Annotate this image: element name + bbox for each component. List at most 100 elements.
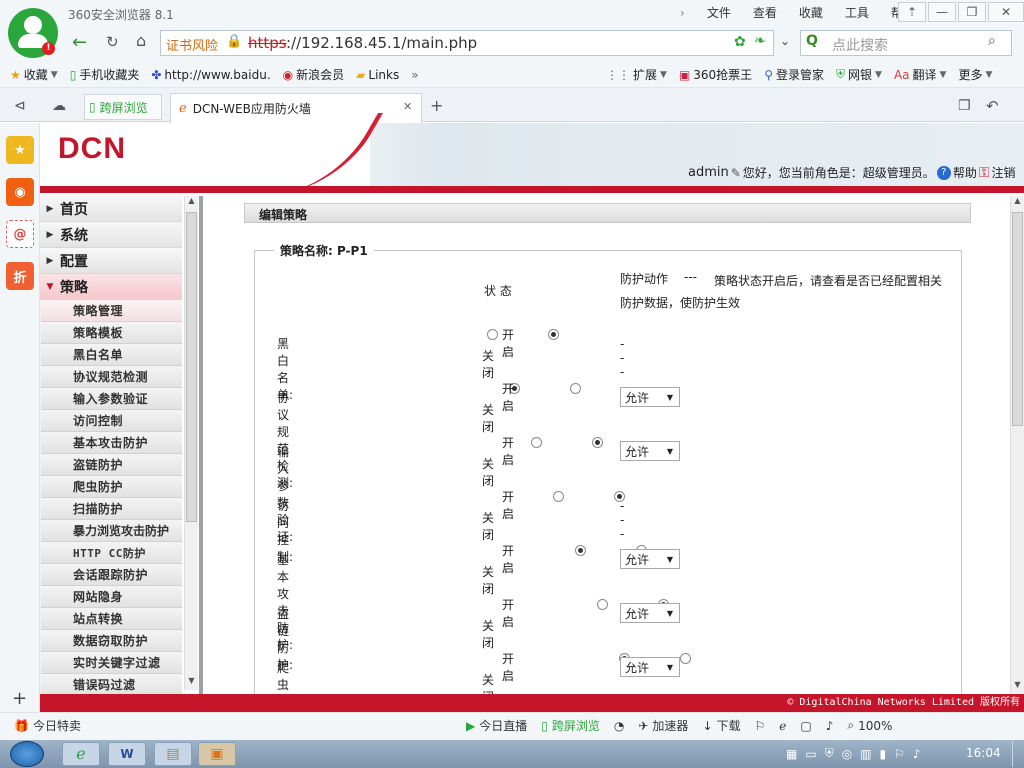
- bookmark-links[interactable]: ▰ Links: [356, 68, 399, 82]
- submenu-blackwhite[interactable]: 黑白名单: [41, 344, 182, 366]
- status-flag-icon[interactable]: ⚐: [755, 719, 766, 733]
- status-zoom[interactable]: ⌕ 100%: [847, 718, 892, 733]
- radio-enable[interactable]: [531, 437, 542, 448]
- taskbar-browser-icon[interactable]: ℯ: [62, 742, 100, 766]
- submenu-site-convert[interactable]: 站点转换: [41, 608, 182, 630]
- taskbar-word-icon[interactable]: W: [108, 742, 146, 766]
- tool-tickets[interactable]: ▣ 360抢票王: [679, 66, 752, 83]
- radio-disable[interactable]: [680, 653, 691, 664]
- add-sidebar-icon[interactable]: +: [12, 688, 27, 709]
- tool-more[interactable]: 更多 ▼: [958, 66, 992, 83]
- leaf-icon[interactable]: ❧: [754, 33, 766, 49]
- close-window-button[interactable]: ✕: [988, 2, 1024, 22]
- menu-home[interactable]: ▶ 首页: [40, 196, 182, 222]
- status-download[interactable]: ↓ 下载: [702, 717, 740, 734]
- submenu-hotlink[interactable]: 盗链防护: [41, 454, 182, 476]
- content-scrollbar[interactable]: ▲ ▼: [1010, 196, 1024, 694]
- favorites-star-icon[interactable]: ★: [6, 136, 34, 164]
- minimize-button[interactable]: —: [928, 2, 956, 22]
- menu-favorites[interactable]: 收藏: [799, 4, 823, 21]
- submenu-policy-manage[interactable]: 策略管理: [41, 300, 182, 322]
- status-live[interactable]: ▶ 今日直播: [466, 717, 527, 734]
- tool-login[interactable]: ⚲ 登录管家: [764, 66, 824, 83]
- lock-warning-icon[interactable]: 🔒: [226, 34, 242, 50]
- radio-disable[interactable]: [548, 329, 559, 340]
- submenu-basic-attack[interactable]: 基本攻击防护: [41, 432, 182, 454]
- radio-disable[interactable]: [592, 437, 603, 448]
- submenu-data-theft[interactable]: 数据窃取防护: [41, 630, 182, 652]
- tray-network-icon[interactable]: ▮: [880, 747, 887, 761]
- status-ie-icon[interactable]: ℯ: [779, 719, 786, 733]
- menu-config[interactable]: ▶ 配置: [40, 248, 182, 274]
- refresh-icon[interactable]: ↻: [106, 33, 119, 51]
- start-button[interactable]: [10, 741, 44, 767]
- bookmark-favorites[interactable]: ★ 收藏 ▼: [10, 66, 58, 83]
- tab-list-icon[interactable]: ❐: [958, 98, 971, 114]
- search-input[interactable]: 点此搜索: [832, 35, 888, 55]
- taskbar-folder-icon[interactable]: ▣: [198, 742, 236, 766]
- submenu-protocol[interactable]: 协议规范检测: [41, 366, 182, 388]
- restore-button[interactable]: ❐: [958, 2, 986, 22]
- bookmark-mobile[interactable]: ▯ 手机收藏夹: [70, 66, 140, 83]
- tool-translate[interactable]: Aa 翻译 ▼: [894, 66, 947, 83]
- menu-chevron-icon[interactable]: ›: [680, 6, 685, 20]
- submenu-policy-template[interactable]: 策略模板: [41, 322, 182, 344]
- tray-icon-2[interactable]: ▭: [805, 747, 816, 761]
- pin-icon[interactable]: ⇡: [898, 2, 926, 22]
- action-select[interactable]: 允许 ▼: [620, 603, 680, 623]
- tray-shield-icon[interactable]: ⛨: [825, 746, 834, 761]
- tray-flag-icon[interactable]: ⚐: [894, 747, 905, 761]
- radio-enable[interactable]: [575, 545, 586, 556]
- logout-link[interactable]: 注销: [991, 164, 1015, 181]
- bookmark-baidu[interactable]: ✤ http://www.baidu.: [151, 68, 270, 82]
- submenu-http-cc[interactable]: HTTP CC防护: [41, 542, 182, 564]
- submenu-errorcode-filter[interactable]: 错误码过滤: [41, 674, 182, 694]
- submenu-scan[interactable]: 扫描防护: [41, 498, 182, 520]
- tray-icon-4[interactable]: ◎: [842, 747, 852, 761]
- radio-enable[interactable]: [597, 599, 608, 610]
- mail-icon[interactable]: @: [6, 220, 34, 248]
- tool-extensions[interactable]: ⋮⋮ 扩展 ▼: [606, 66, 667, 83]
- submenu-session-tracking[interactable]: 会话跟踪防护: [41, 564, 182, 586]
- bookmark-sina[interactable]: ◉ 新浪会员: [283, 66, 345, 83]
- url-scheme[interactable]: https: [248, 34, 287, 52]
- frame-splitter[interactable]: [199, 196, 203, 694]
- show-desktop-button[interactable]: [1012, 741, 1022, 767]
- undo-close-icon[interactable]: ↶: [986, 97, 999, 115]
- cert-warning[interactable]: 证书风险: [166, 35, 218, 54]
- tray-icon-5[interactable]: ▥: [860, 747, 871, 761]
- status-daily-deals[interactable]: 🎁 今日特卖: [14, 717, 81, 734]
- tray-icon-1[interactable]: ▦: [786, 747, 797, 761]
- submenu-access-control[interactable]: 访问控制: [41, 410, 182, 432]
- address-dropdown-icon[interactable]: ⌄: [780, 34, 790, 48]
- submenu-input-validation[interactable]: 输入参数验证: [41, 388, 182, 410]
- tab-active[interactable]: ℯ DCN-WEB应用防火墙 ✕: [170, 93, 422, 123]
- logout-key-icon[interactable]: ⚿: [979, 165, 990, 181]
- radio-enable[interactable]: [487, 329, 498, 340]
- menu-policy[interactable]: ▼ 策略: [40, 274, 182, 300]
- status-speed-icon[interactable]: ◔: [614, 719, 624, 733]
- close-tab-icon[interactable]: ✕: [403, 100, 412, 113]
- secure-icon[interactable]: ✿: [734, 34, 746, 50]
- submenu-brute-browse[interactable]: 暴力浏览攻击防护: [41, 520, 182, 542]
- help-link[interactable]: 帮助: [953, 164, 977, 181]
- discount-icon[interactable]: 折: [6, 262, 34, 290]
- edit-profile-icon[interactable]: ✎: [731, 166, 741, 180]
- search-engine-icon[interactable]: Q: [806, 33, 818, 49]
- menu-view[interactable]: 查看: [753, 4, 777, 21]
- radio-enable[interactable]: [553, 491, 564, 502]
- status-window-icon[interactable]: ▢: [800, 719, 811, 733]
- tray-volume-icon[interactable]: ♪: [913, 747, 921, 761]
- menu-scrollbar[interactable]: ▲ ▼: [184, 196, 198, 690]
- browser-logo-icon[interactable]: !: [8, 8, 58, 58]
- weibo-sidebar-icon[interactable]: ◉: [6, 178, 34, 206]
- tab-split-view[interactable]: ▯ 跨屏浏览: [84, 94, 162, 120]
- action-select[interactable]: 允许 ▼: [620, 657, 680, 677]
- status-accelerator[interactable]: ✈ 加速器: [638, 717, 688, 734]
- status-volume-icon[interactable]: ♪: [826, 719, 834, 733]
- back-icon[interactable]: ←: [72, 32, 87, 53]
- action-select[interactable]: 允许 ▼: [620, 387, 680, 407]
- menu-file[interactable]: 文件: [707, 4, 731, 21]
- taskbar-app-icon[interactable]: ▤: [154, 742, 192, 766]
- home-icon[interactable]: ⌂: [136, 31, 146, 50]
